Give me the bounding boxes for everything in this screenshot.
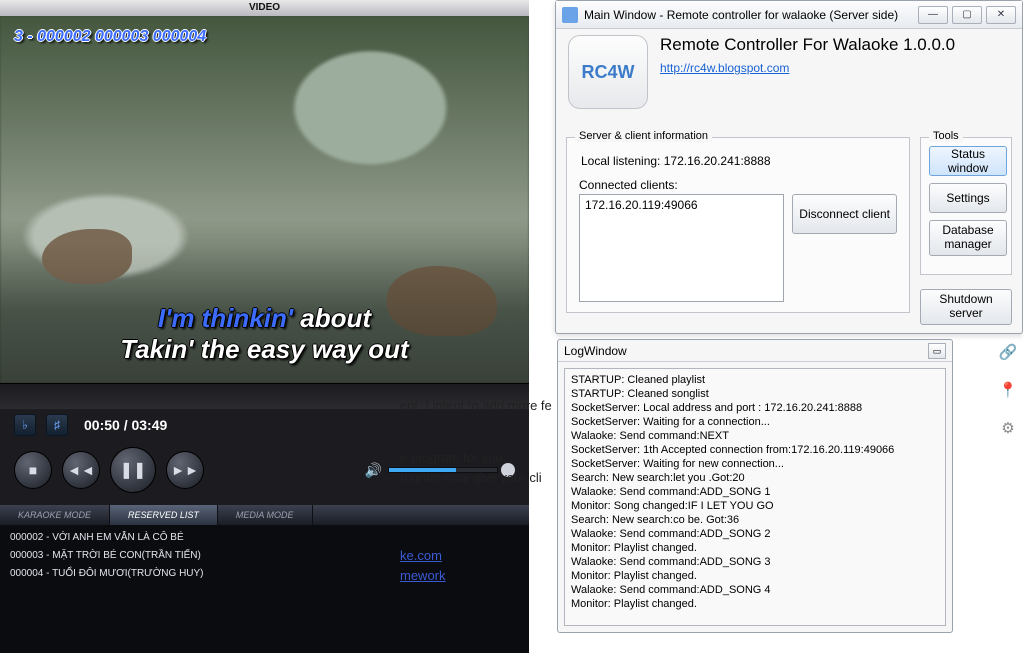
time-display: 00:50 / 03:49 <box>84 417 167 433</box>
disconnect-client-button[interactable]: Disconnect client <box>792 194 897 234</box>
background-link-1[interactable]: ke.com <box>400 548 442 563</box>
database-manager-button[interactable]: Database manager <box>929 220 1007 256</box>
main-window-titlebar[interactable]: Main Window - Remote controller for wala… <box>556 1 1022 29</box>
app-icon <box>562 7 578 23</box>
log-line: SocketServer: 1th Accepted connection fr… <box>571 443 939 457</box>
maximize-button[interactable]: ▢ <box>952 6 982 24</box>
tools-group: Tools Status window Settings Database ma… <box>920 137 1012 275</box>
log-line: Search: New search:let you .Got:20 <box>571 471 939 485</box>
gear-icon[interactable]: ⚙ <box>1001 419 1014 437</box>
log-line: Monitor: Playlist changed. <box>571 597 939 611</box>
log-line: Monitor: Song changed:IF I LET YOU GO <box>571 499 939 513</box>
key-down-button[interactable]: ♭ <box>14 414 36 436</box>
log-titlebar[interactable]: LogWindow ▭ <box>558 340 952 362</box>
log-line: Monitor: Playlist changed. <box>571 541 939 555</box>
tab-reserved[interactable]: RESERVED LIST <box>110 505 218 525</box>
log-line: STARTUP: Cleaned playlist <box>571 373 939 387</box>
log-close-button[interactable]: ▭ <box>928 343 946 359</box>
log-line: Walaoke: Send command:NEXT <box>571 429 939 443</box>
log-line: STARTUP: Cleaned songlist <box>571 387 939 401</box>
background-link-2[interactable]: mework <box>400 568 446 583</box>
video-titlebar: VIDEO <box>0 0 529 16</box>
volume-icon[interactable]: 🔊 <box>365 462 382 479</box>
app-title: Remote Controller For Walaoke 1.0.0.0 <box>660 35 955 55</box>
log-line: Walaoke: Send command:ADD_SONG 2 <box>571 527 939 541</box>
app-homepage-link[interactable]: http://rc4w.blogspot.com <box>660 61 789 75</box>
tab-media[interactable]: MEDIA MODE <box>218 505 313 525</box>
app-logo: RC4W <box>568 35 648 109</box>
log-line: Search: New search:co be. Got:36 <box>571 513 939 527</box>
settings-button[interactable]: Settings <box>929 183 1007 213</box>
log-line: Monitor: Playlist changed. <box>571 569 939 583</box>
log-textarea[interactable]: STARTUP: Cleaned playlistSTARTUP: Cleane… <box>564 368 946 626</box>
close-button[interactable]: ✕ <box>986 6 1016 24</box>
log-window: LogWindow ▭ STARTUP: Cleaned playlistSTA… <box>557 339 953 633</box>
tab-karaoke[interactable]: KARAOKE MODE <box>0 505 110 525</box>
lyric-highlight: I'm thinkin' <box>158 303 293 333</box>
shutdown-server-button[interactable]: Shutdown server <box>920 289 1012 325</box>
clients-label: Connected clients: <box>579 178 897 192</box>
prev-button[interactable]: ◄◄ <box>62 451 100 489</box>
log-line: Walaoke: Send command:ADD_SONG 3 <box>571 555 939 569</box>
minimize-button[interactable]: — <box>918 6 948 24</box>
log-line: Walaoke: Send command:ADD_SONG 4 <box>571 583 939 597</box>
client-entry[interactable]: 172.16.20.119:49066 <box>585 198 778 212</box>
video-viewport[interactable]: 3 - 000002 000003 000004 I'm thinkin' ab… <box>0 16 529 383</box>
background-text: ent. I intent to add more fe e program f… <box>400 388 552 586</box>
log-line: SocketServer: Waiting for a connection..… <box>571 415 939 429</box>
pin-icon[interactable]: 📍 <box>999 381 1018 399</box>
log-line: SocketServer: Local address and port : 1… <box>571 401 939 415</box>
listening-label: Local listening: 172.16.20.241:8888 <box>581 154 897 168</box>
main-window: Main Window - Remote controller for wala… <box>555 0 1023 334</box>
log-line: SocketServer: Waiting for new connection… <box>571 457 939 471</box>
queue-osd: 3 - 000002 000003 000004 <box>14 28 206 46</box>
key-up-button[interactable]: ♯ <box>46 414 68 436</box>
clients-listbox[interactable]: 172.16.20.119:49066 <box>579 194 784 302</box>
status-window-button[interactable]: Status window <box>929 146 1007 176</box>
log-line: Walaoke: Send command:ADD_SONG 1 <box>571 485 939 499</box>
pause-button[interactable]: ❚❚ <box>110 447 156 493</box>
stop-button[interactable]: ■ <box>14 451 52 489</box>
server-info-group: Server & client information Local listen… <box>566 137 910 313</box>
link-icon[interactable]: 🔗 <box>999 343 1018 361</box>
lyric-overlay: I'm thinkin' about Takin' the easy way o… <box>0 303 529 365</box>
next-button[interactable]: ►► <box>166 451 204 489</box>
right-gutter: 🔗 📍 ⚙ <box>993 343 1023 437</box>
